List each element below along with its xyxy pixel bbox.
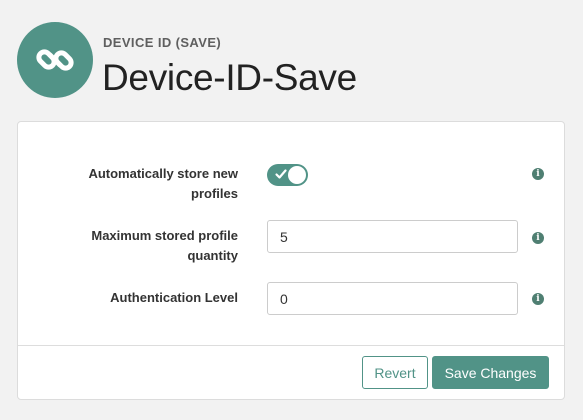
- link-icon: [36, 49, 74, 71]
- footer-divider: [18, 345, 564, 346]
- info-icon[interactable]: i: [532, 232, 544, 244]
- node-logo: [17, 22, 93, 98]
- info-icon[interactable]: i: [532, 293, 544, 305]
- revert-button[interactable]: Revert: [362, 356, 428, 389]
- check-icon: [275, 169, 287, 179]
- toggle-knob: [288, 166, 306, 184]
- info-icon[interactable]: i: [532, 168, 544, 180]
- settings-panel: Automatically store new profiles i Maxim…: [17, 121, 565, 400]
- auto-store-toggle[interactable]: [267, 164, 308, 186]
- page-header: DEVICE ID (SAVE) Device-ID-Save: [17, 22, 557, 102]
- max-profiles-input[interactable]: [267, 220, 518, 253]
- page-title: Device-ID-Save: [102, 57, 357, 98]
- auth-level-input[interactable]: [267, 282, 518, 315]
- save-changes-button[interactable]: Save Changes: [432, 356, 549, 389]
- node-type-label: DEVICE ID (SAVE): [103, 35, 222, 50]
- max-profiles-label: Maximum stored profile quantity: [91, 228, 238, 263]
- auto-store-label: Automatically store new profiles: [88, 166, 238, 201]
- auth-level-label: Authentication Level: [110, 290, 238, 305]
